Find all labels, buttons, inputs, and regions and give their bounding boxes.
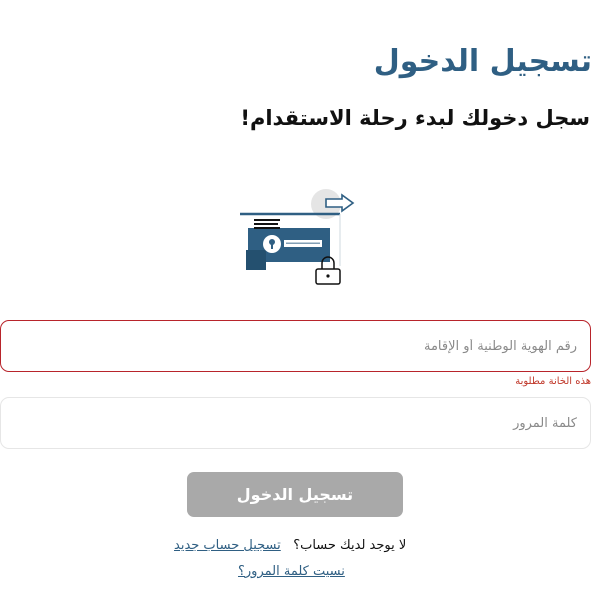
login-button[interactable]: تسجيل الدخول [187,472,403,517]
forgot-password-link[interactable]: نسيت كلمة المرور؟ [238,564,345,579]
page-subtitle: سجل دخولك لبدء رحلة الاستقدام! [240,106,590,130]
national-id-field[interactable] [0,320,591,372]
secure-login-illustration-icon [240,189,355,285]
login-page: تسجيل الدخول سجل دخولك لبدء رحلة الاستقد… [0,0,604,604]
password-field[interactable] [0,397,591,449]
register-link[interactable]: تسجيل حساب جديد [174,538,281,553]
signup-prompt: لا يوجد لديك حساب؟ تسجيل حساب جديد [174,538,434,553]
required-field-error: هذه الخانة مطلوبة [515,376,591,387]
page-title: تسجيل الدخول [373,44,592,79]
password-input[interactable] [1,398,590,448]
national-id-input[interactable] [1,321,590,371]
no-account-text: لا يوجد لديك حساب؟ [293,538,407,553]
